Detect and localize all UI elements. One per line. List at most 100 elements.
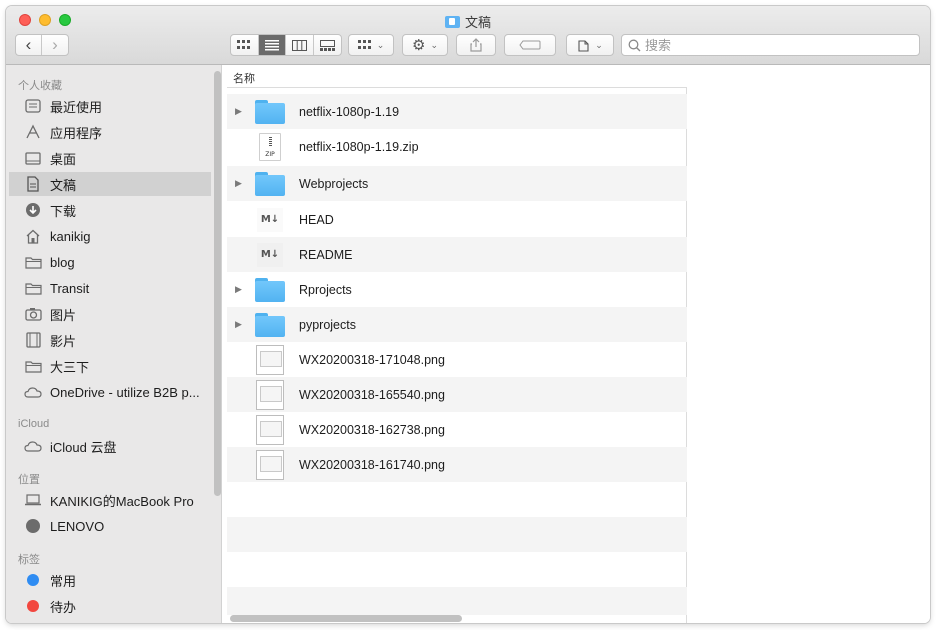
action-button[interactable]: ⚙ ⌄ [402, 34, 448, 56]
film-icon [24, 331, 42, 349]
toolbar: 文稿 ‹ › ⌄ ⚙ ⌄ ⌄ 搜索 [6, 6, 930, 65]
finder-window: 文稿 ‹ › ⌄ ⚙ ⌄ ⌄ 搜索 个人收藏 最近使用 应用程序 桌面 文稿 下… [6, 6, 930, 623]
file-name: netflix-1080p-1.19 [299, 104, 400, 119]
image-file-icon [254, 449, 286, 480]
markdown-file-icon: M↓ [254, 240, 286, 270]
file-name: netflix-1080p-1.19.zip [299, 139, 419, 154]
sidebar-item-recents[interactable]: 最近使用 [9, 94, 211, 118]
sidebar-item-downloads[interactable]: 下载 [9, 198, 211, 222]
sidebar-item-label: 待办 [50, 599, 77, 615]
sidebar-item-onedrive[interactable]: OneDrive - utilize B2B p... [9, 380, 211, 404]
clock-icon [24, 97, 42, 115]
table-row[interactable]: WX20200318-171048.png [227, 342, 687, 377]
gear-icon: ⚙ [412, 37, 426, 54]
list-icon [264, 39, 279, 50]
empty-row [227, 482, 687, 517]
gallery-icon [319, 39, 335, 51]
window-title-text: 文稿 [464, 15, 491, 30]
gallery-view-button[interactable] [314, 35, 341, 55]
back-button[interactable]: ‹ [16, 35, 42, 55]
search-field[interactable] [621, 34, 920, 56]
empty-row [227, 587, 687, 615]
sidebar-scrollbar[interactable] [214, 65, 221, 496]
table-row[interactable]: ZIP netflix-1080p-1.19.zip [227, 129, 687, 164]
sidebar-item-documents[interactable]: 文稿 [9, 172, 211, 196]
disclosure-triangle-icon[interactable]: ▶ [235, 319, 245, 330]
file-name: README [299, 247, 353, 262]
sidebar-item-movies[interactable]: 影片 [9, 328, 211, 352]
disk-icon [24, 517, 42, 535]
image-file-icon [254, 414, 286, 445]
window-title: 文稿 [6, 12, 930, 31]
folder-icon [24, 357, 42, 375]
disclosure-triangle-icon[interactable]: ▶ [235, 284, 245, 295]
sidebar-item-tag-frequent[interactable]: 常用 [9, 568, 211, 592]
file-name: WX20200318-162738.png [299, 422, 445, 437]
sidebar-item-label: blog [50, 254, 75, 270]
markdown-file-icon: M↓ [254, 205, 286, 235]
tag-icon [519, 40, 541, 50]
forward-button[interactable]: › [42, 35, 68, 55]
sidebar-item-junior-spring[interactable]: 大三下 [9, 354, 211, 378]
sidebar-item-icloud-drive[interactable]: iCloud 云盘 [9, 434, 211, 458]
share-icon [470, 38, 482, 52]
sidebar-item-label: 图片 [50, 307, 77, 323]
column-header-name[interactable]: 名称 [227, 65, 687, 88]
laptop-icon [24, 491, 42, 509]
table-row[interactable]: WX20200318-161740.png [227, 447, 687, 482]
document-icon [24, 175, 42, 193]
table-row[interactable]: M↓ HEAD [227, 202, 687, 237]
sidebar-item-lenovo[interactable]: LENOVO [9, 514, 211, 538]
tag-button[interactable] [504, 34, 556, 56]
apps-icon [24, 123, 42, 141]
share-button[interactable] [456, 34, 496, 56]
file-name: Webprojects [299, 176, 369, 191]
sidebar-section-favorites: 个人收藏 [18, 80, 62, 92]
sidebar-item-pictures[interactable]: 图片 [9, 302, 211, 326]
sidebar-item-label: 大三下 [50, 359, 90, 375]
sidebar-item-applications[interactable]: 应用程序 [9, 120, 211, 144]
table-row[interactable]: ▶ Rprojects [227, 272, 687, 307]
sidebar-item-label: 下载 [50, 203, 77, 219]
group-by-button[interactable]: ⌄ [348, 34, 394, 56]
table-row[interactable]: WX20200318-165540.png [227, 377, 687, 412]
zip-file-icon: ZIP [254, 132, 286, 162]
sidebar-scroll-thumb[interactable] [214, 71, 221, 496]
sidebar-section-icloud: iCloud [18, 418, 50, 430]
sidebar-item-label: KANIKIG的MacBook Pro [50, 493, 194, 509]
folder-icon [254, 275, 286, 305]
sidebar-item-transit[interactable]: Transit [9, 276, 211, 300]
search-icon [628, 39, 641, 51]
chevron-down-icon: ⌄ [595, 39, 603, 50]
table-row[interactable]: WX20200318-162738.png [227, 412, 687, 447]
icon-view-button[interactable] [231, 35, 259, 55]
image-file-icon [254, 379, 286, 410]
sidebar-item-blog[interactable]: blog [9, 250, 211, 274]
sidebar-item-desktop[interactable]: 桌面 [9, 146, 211, 170]
chevron-down-icon: ⌄ [430, 39, 438, 50]
disclosure-triangle-icon[interactable]: ▶ [235, 178, 245, 189]
folder-icon [24, 253, 42, 271]
table-row[interactable]: ▶ netflix-1080p-1.19 [227, 94, 687, 129]
table-row[interactable]: ▶ Webprojects [227, 166, 687, 201]
download-icon [24, 201, 42, 219]
shortcut-button[interactable]: ⌄ [566, 34, 614, 56]
file-name: HEAD [299, 212, 334, 227]
sidebar-item-label: 应用程序 [50, 125, 103, 141]
table-row[interactable]: ▶ pyprojects [227, 307, 687, 342]
horizontal-scrollbar[interactable] [230, 615, 462, 622]
table-row[interactable]: M↓ README [227, 237, 687, 272]
search-input[interactable] [645, 37, 905, 53]
sidebar-item-home[interactable]: kanikig [9, 224, 211, 248]
cloud-icon [24, 383, 42, 401]
sidebar-item-macbook[interactable]: KANIKIG的MacBook Pro [9, 488, 211, 512]
sidebar-section-locations: 位置 [18, 474, 40, 486]
blue-tag-dot-icon [24, 571, 42, 589]
file-name: WX20200318-165540.png [299, 387, 445, 402]
list-view-button[interactable] [258, 35, 286, 55]
columns-icon [291, 39, 307, 51]
column-view-button[interactable] [286, 35, 314, 55]
sidebar-section-tags: 标签 [18, 554, 40, 566]
sidebar-item-tag-todo[interactable]: 待办 [9, 594, 211, 618]
disclosure-triangle-icon[interactable]: ▶ [235, 106, 245, 117]
